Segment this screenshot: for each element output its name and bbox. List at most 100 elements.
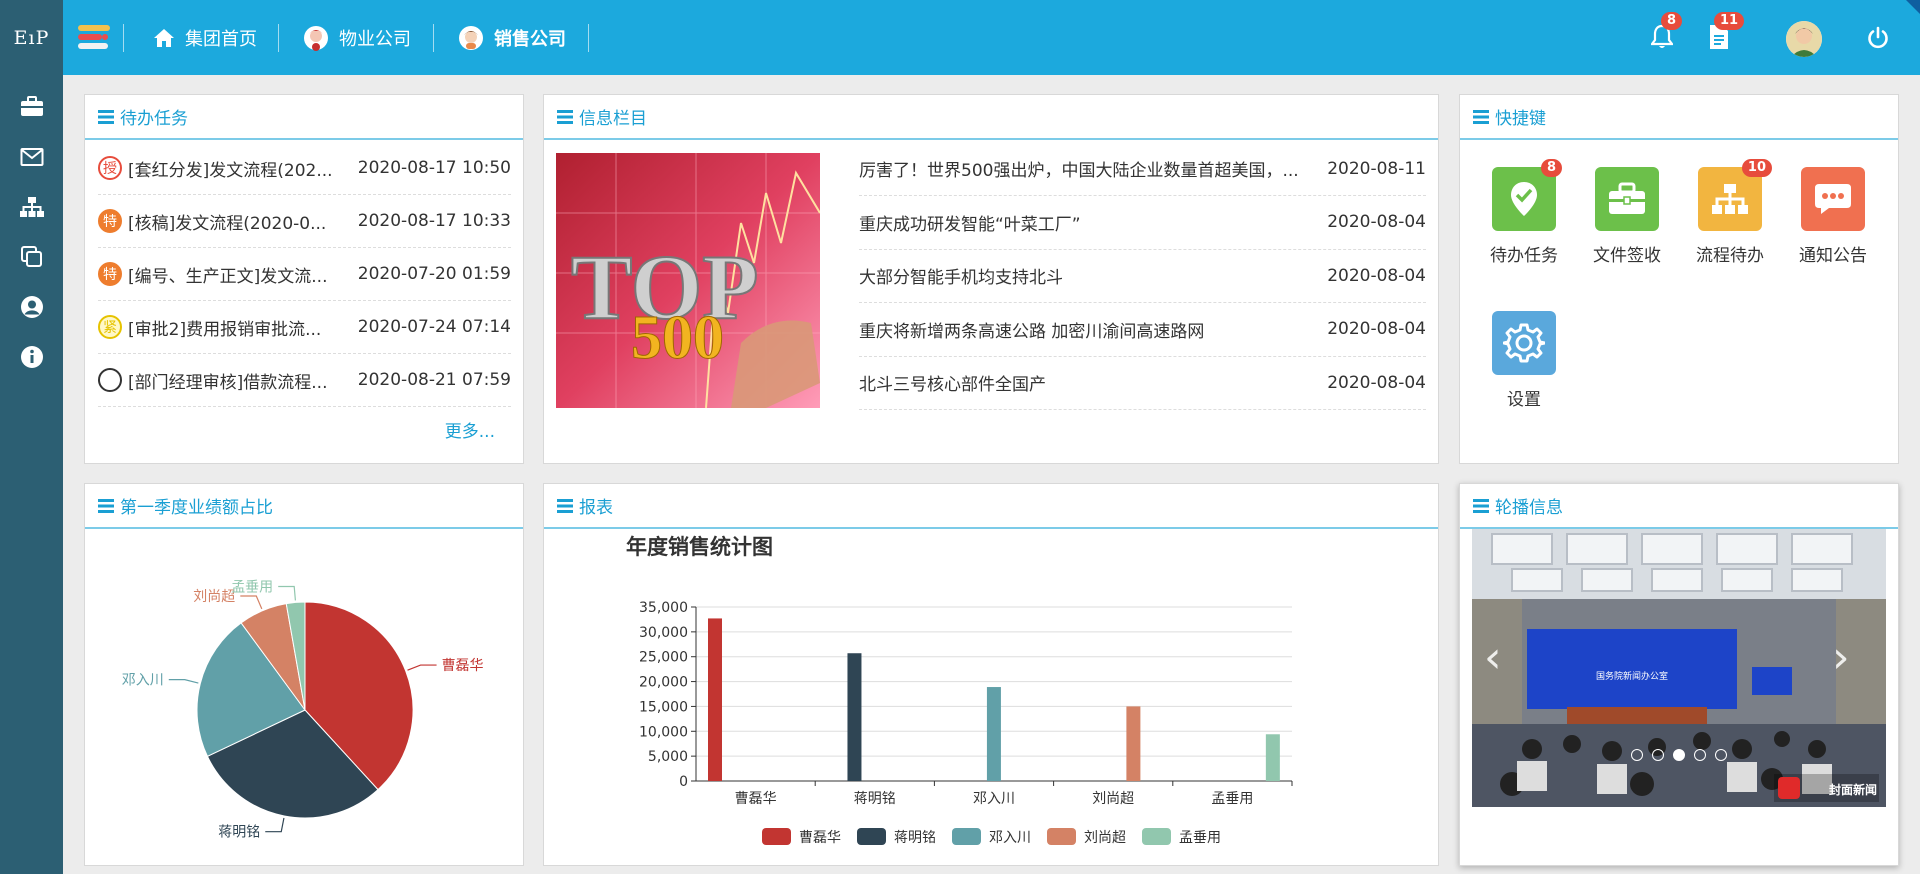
x-tick-label: 蒋明铭 — [854, 791, 896, 807]
bell-icon[interactable]: 8 — [1649, 12, 1683, 55]
news-row[interactable]: 北斗三号核心部件全国产 2020-08-04 — [859, 356, 1426, 410]
panel-header: 快捷键 — [1460, 95, 1898, 140]
x-tick-label: 邓入川 — [973, 791, 1015, 807]
list-icon — [98, 109, 114, 124]
sidebar: EıP — [0, 0, 63, 874]
pie-label: 孟垂用 — [231, 579, 273, 595]
news-date: 2020-08-11 — [1327, 158, 1426, 179]
legend-swatch[interactable] — [1047, 828, 1076, 845]
todo-row[interactable]: 特 [编号、生产正文]发文流... 2020-07-20 01:59 — [98, 248, 511, 301]
carousel-dot[interactable] — [1631, 749, 1643, 761]
more-link[interactable]: 更多... — [445, 417, 495, 442]
quick-process-todo[interactable]: 10 流程待办 — [1685, 159, 1775, 266]
info-icon[interactable] — [0, 337, 63, 377]
briefcase-icon[interactable] — [0, 86, 63, 126]
legend-label: 孟垂用 — [1179, 830, 1221, 846]
nav-label: 销售公司 — [494, 29, 566, 50]
svg-text:500: 500 — [631, 304, 724, 372]
quick-notice[interactable]: 通知公告 — [1788, 167, 1878, 266]
bar[interactable] — [1126, 706, 1141, 781]
document-icon[interactable]: 11 — [1708, 12, 1745, 55]
next-arrow-icon[interactable]: › — [1832, 632, 1850, 683]
panel-title: 待办任务 — [120, 109, 188, 129]
list-icon — [1473, 498, 1489, 513]
carousel-image[interactable]: 国务院新闻办公室 封面新闻 — [1472, 529, 1886, 807]
x-tick-label: 刘尚超 — [1092, 791, 1134, 807]
legend-swatch[interactable] — [1142, 828, 1171, 845]
pie-label-line — [278, 585, 297, 601]
nav-property-company[interactable]: 物业公司 — [303, 22, 411, 54]
app-logo[interactable]: EıP — [0, 0, 63, 75]
todo-title: [审批2]费用报销审批流... — [128, 319, 322, 340]
pie-label: 刘尚超 — [193, 589, 235, 605]
legend-swatch[interactable] — [952, 828, 981, 845]
panel-title: 快捷键 — [1495, 109, 1546, 129]
chart-title: 年度销售统计图 — [626, 535, 773, 559]
pie-label: 曹磊华 — [442, 658, 484, 674]
news-image[interactable]: TOP 500 — [556, 153, 820, 408]
priority-icon: 特 — [98, 262, 122, 286]
info-panel: 信息栏目 TOP 500 厉害了！世界500强出炉，中国大陆企业数量首超美国，.… — [543, 94, 1439, 464]
copy-icon[interactable] — [0, 237, 63, 277]
bar[interactable] — [986, 687, 1001, 781]
pie-label-line — [240, 595, 263, 610]
news-row[interactable]: 厉害了！世界500强出炉，中国大陆企业数量首超美国，... 2020-08-11 — [859, 142, 1426, 196]
y-tick-label: 35,000 — [639, 600, 688, 616]
y-tick-label: 15,000 — [639, 699, 688, 715]
quick-icon-box — [1492, 311, 1556, 375]
bar[interactable] — [708, 618, 722, 781]
todo-row[interactable]: 特 [核稿]发文流程(2020-0... 2020-08-17 10:33 — [98, 195, 511, 248]
legend-swatch[interactable] — [762, 828, 791, 845]
y-tick-label: 20,000 — [639, 675, 688, 691]
bar[interactable] — [1265, 734, 1280, 781]
legend-label: 刘尚超 — [1084, 830, 1126, 846]
todo-row[interactable]: 授 [套红分发]发文流程(202... 2020-08-17 10:50 — [98, 142, 511, 195]
menu-toggle-icon[interactable] — [78, 24, 110, 55]
panel-header: 待办任务 — [85, 95, 523, 140]
carousel-dot-active[interactable] — [1673, 749, 1685, 761]
list-icon — [98, 498, 114, 513]
briefcase-icon — [1609, 182, 1645, 214]
user-circle-icon[interactable] — [0, 287, 63, 327]
pie-label-line — [168, 679, 199, 684]
news-row[interactable]: 大部分智能手机均支持北斗 2020-08-04 — [859, 249, 1426, 303]
avatar — [303, 25, 329, 51]
news-row[interactable]: 重庆成功研发智能“叶菜工厂” 2020-08-04 — [859, 196, 1426, 250]
nav-label: 集团首页 — [185, 29, 257, 50]
bar[interactable] — [847, 653, 862, 781]
carousel-dot[interactable] — [1694, 749, 1706, 761]
panel-title: 第一季度业绩额占比 — [120, 498, 273, 518]
quick-file-receipt[interactable]: 文件签收 — [1582, 167, 1672, 266]
quick-todo[interactable]: 8 待办任务 — [1479, 159, 1569, 266]
news-title: 北斗三号核心部件全国产 — [859, 375, 1046, 395]
mail-icon[interactable] — [0, 137, 63, 177]
legend-swatch[interactable] — [857, 828, 886, 845]
news-title: 重庆成功研发智能“叶菜工厂” — [859, 214, 1081, 235]
power-icon[interactable] — [1866, 26, 1890, 55]
todo-row[interactable]: [部门经理审核]借款流程... 2020-08-21 07:59 — [98, 354, 511, 407]
news-row[interactable]: 重庆将新增两条高速公路 加密川渝间高速路网 2020-08-04 — [859, 303, 1426, 357]
top-bar: 集团首页 物业公司 销售公司 8 11 — [63, 0, 1920, 75]
quick-panel: 快捷键 8 待办任务 文件签收 10 流程待办 通知公告 设置 — [1459, 94, 1899, 464]
carousel-dot[interactable] — [1715, 749, 1727, 761]
bar-chart: 年度销售统计图 35,000 30,000 25,000 20,000 15,000 10,… — [626, 535, 1293, 846]
home-icon — [153, 28, 175, 48]
todo-row[interactable]: 紧 [审批2]费用报销审批流... 2020-07-24 07:14 — [98, 301, 511, 354]
prev-arrow-icon[interactable]: ‹ — [1484, 632, 1502, 683]
carousel-dot[interactable] — [1652, 749, 1664, 761]
y-tick-label: 30,000 — [639, 625, 688, 641]
legend-label: 蒋明铭 — [894, 830, 936, 846]
org-chart-icon — [1712, 184, 1748, 214]
todo-date: 2020-08-17 10:50 — [357, 158, 511, 178]
panel-header: 信息栏目 — [544, 95, 1438, 140]
org-chart-icon[interactable] — [0, 187, 63, 227]
user-avatar[interactable] — [1786, 21, 1822, 57]
quick-settings[interactable]: 设置 — [1479, 311, 1569, 410]
quick-label: 设置 — [1507, 390, 1541, 410]
news-title: 厉害了！世界500强出炉，中国大陆企业数量首超美国，... — [859, 161, 1299, 181]
check-badge-icon — [1511, 182, 1537, 216]
corner-decoration — [1906, 0, 1920, 14]
nav-group-home[interactable]: 集团首页 — [153, 22, 257, 54]
pie-label-line — [407, 664, 437, 671]
nav-sales-company[interactable]: 销售公司 — [458, 22, 566, 54]
